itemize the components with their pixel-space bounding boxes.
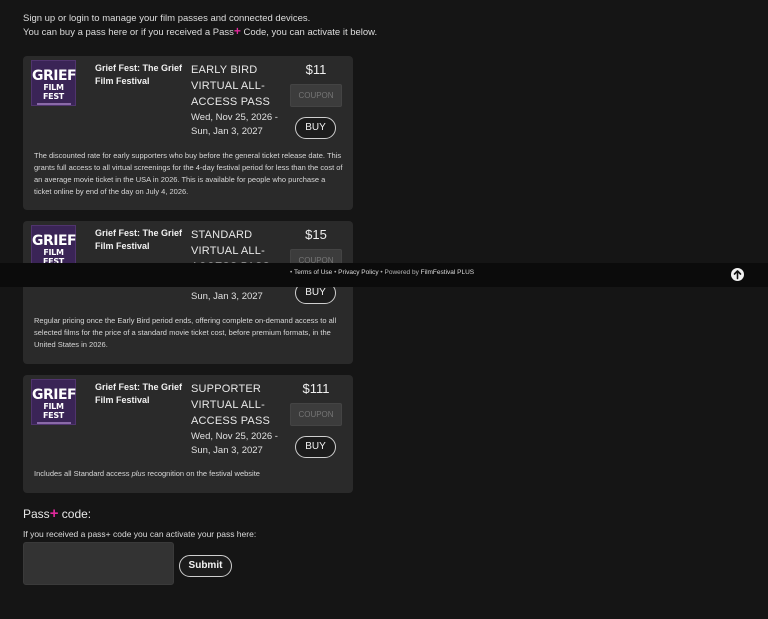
description-emphasis: plus bbox=[131, 469, 146, 478]
passcode-input[interactable] bbox=[23, 542, 174, 585]
pass-description: Regular pricing once the Early Bird peri… bbox=[34, 316, 337, 349]
pass-card-supporter: GRIEF FILM FEST Grief Fest: The Grief Fi… bbox=[23, 375, 353, 493]
festival-name: Grief Fest: The Grief Film Festival bbox=[95, 382, 183, 405]
pass-name: EARLY BIRD VIRTUAL ALL-ACCESS PASS bbox=[191, 64, 271, 108]
pass-plus-icon: + bbox=[233, 24, 241, 38]
pass-description: Includes all Standard access plus recogn… bbox=[34, 468, 344, 480]
pass-dates: Wed, Nov 25, 2026 - Sun, Jan 3, 2027 bbox=[191, 431, 278, 456]
buy-button[interactable]: BUY bbox=[295, 117, 336, 139]
coupon-input[interactable] bbox=[290, 84, 342, 107]
festival-name: Grief Fest: The Grief Film Festival bbox=[95, 63, 183, 86]
pass-description: The discounted rate for early supporters… bbox=[34, 151, 343, 196]
passcode-heading-text: Pass bbox=[23, 507, 50, 521]
intro-line-2-text-end: Code, you can activate it below. bbox=[240, 27, 378, 38]
logo-text-film-fest: FILM FEST bbox=[43, 402, 64, 420]
logo-strip bbox=[36, 103, 71, 105]
passcode-subtitle: If you received a pass+ code you can act… bbox=[23, 529, 257, 539]
sticky-footer-bar: • Terms of Use • Privacy Policy • Powere… bbox=[0, 263, 768, 287]
pass-price: $11 bbox=[305, 62, 327, 77]
pass-price: $15 bbox=[305, 227, 327, 242]
pass-card-early-bird: GRIEF FILM FEST Grief Fest: The Grief Fi… bbox=[23, 56, 353, 210]
festival-name: Grief Fest: The Grief Film Festival bbox=[95, 228, 183, 251]
privacy-link[interactable]: Privacy Policy bbox=[338, 269, 378, 276]
footer-links: • Terms of Use • Privacy Policy • Powere… bbox=[290, 269, 475, 276]
pass-name: SUPPORTER VIRTUAL ALL-ACCESS PASS bbox=[191, 383, 271, 427]
logo-strip bbox=[36, 422, 71, 424]
brand-link[interactable]: FilmFestival PLUS bbox=[421, 269, 474, 276]
pass-dates: Wed, Nov 25, 2026 - Sun, Jan 3, 2027 bbox=[191, 112, 278, 137]
intro-line-2: You can buy a pass here or if you receiv… bbox=[23, 25, 377, 39]
logo-text-grief: GRIEF bbox=[32, 68, 77, 84]
logo-text-film-fest: FILM FEST bbox=[43, 83, 64, 101]
intro-line-2-text: You can buy a pass here or if you receiv… bbox=[23, 27, 234, 38]
pass-price: $111 bbox=[302, 381, 330, 396]
passcode-heading: Pass+ code: bbox=[23, 505, 91, 522]
submit-button[interactable]: Submit bbox=[179, 555, 232, 577]
coupon-input[interactable] bbox=[290, 403, 342, 426]
arrow-up-icon bbox=[733, 270, 742, 280]
description-text: Includes all Standard access bbox=[34, 469, 132, 478]
festival-logo: GRIEF FILM FEST bbox=[31, 60, 77, 106]
logo-text-grief: GRIEF bbox=[32, 387, 77, 403]
passcode-heading-text-end: code: bbox=[58, 507, 92, 521]
description-text-end: recognition on the festival website bbox=[145, 469, 260, 478]
pass-card-standard: GRIEF FILM FEST Grief Fest: The Grief Fi… bbox=[23, 221, 353, 364]
festival-logo: GRIEF FILM FEST bbox=[31, 379, 77, 425]
powered-by-text: Powered by bbox=[384, 269, 419, 276]
logo-text-grief: GRIEF bbox=[32, 233, 77, 249]
terms-link[interactable]: Terms of Use bbox=[294, 269, 332, 276]
intro-text: Sign up or login to manage your film pas… bbox=[23, 12, 377, 39]
scroll-to-top-button[interactable] bbox=[731, 268, 744, 281]
buy-button[interactable]: BUY bbox=[295, 436, 336, 458]
intro-line-1: Sign up or login to manage your film pas… bbox=[23, 13, 311, 24]
